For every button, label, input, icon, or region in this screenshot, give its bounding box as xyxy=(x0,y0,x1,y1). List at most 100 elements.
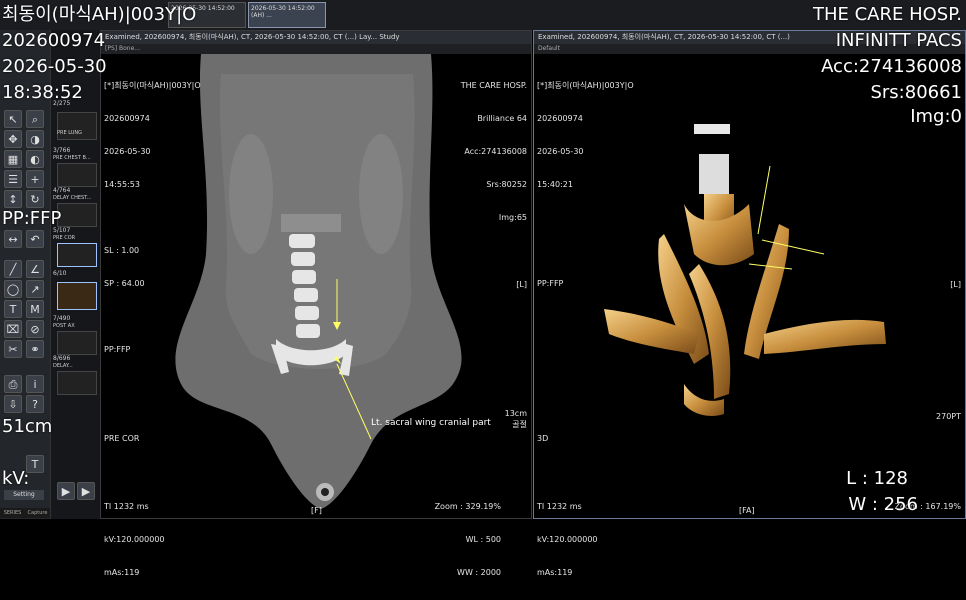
ellipse-roi-icon[interactable]: ◯ xyxy=(4,280,22,298)
window-level-icon[interactable]: ◑ xyxy=(26,130,44,148)
overlay-srs: Srs:80661 xyxy=(870,82,962,103)
ovl-pp: PP:FFP xyxy=(537,279,564,288)
undo-icon[interactable]: ↶ xyxy=(26,230,44,248)
ovl-hospital: THE CARE HOSP. xyxy=(460,81,527,90)
series-thumbnail xyxy=(57,243,97,267)
study-tab-2[interactable]: 2026-05-30 14:52:00 (AH) ... xyxy=(248,2,326,28)
series-name: DELAY... xyxy=(53,363,73,369)
series-thumbnail xyxy=(57,203,97,227)
ovl-zoom: Zoom : 329.19% xyxy=(434,502,501,511)
overlay-level: L : 128 xyxy=(846,468,908,489)
setting-button[interactable]: Setting xyxy=(4,490,44,500)
link-icon[interactable]: ⚭ xyxy=(26,340,44,358)
series-item[interactable]: 2/275 PRE LUNG xyxy=(53,100,99,140)
ovl-kv: kV:120.000000 xyxy=(104,535,165,544)
ovl-id: 202600974 xyxy=(537,114,583,123)
viewport-toolbar[interactable]: [PS] Bone... xyxy=(101,44,531,54)
ovl-time: 15:40:21 xyxy=(537,180,573,189)
series-label: 4/764 xyxy=(53,187,71,194)
ruler-icon[interactable]: ╱ xyxy=(4,260,22,278)
ovl-srs: Srs:80252 xyxy=(486,180,527,189)
series-item[interactable]: 6/10 xyxy=(53,270,99,310)
overlay-top-right: THE CARE HOSP. Brilliance 64 Acc:2741360… xyxy=(461,58,527,245)
grid-layout-icon[interactable]: ▦ xyxy=(4,150,22,168)
series-label: 6/10 xyxy=(53,270,67,277)
series-thumbnail xyxy=(57,163,97,187)
prev-series-icon[interactable]: ▶ xyxy=(57,482,75,500)
scissors-icon[interactable]: ✂ xyxy=(4,340,22,358)
overlay-top-left: [*]최동이(마식AH)|003Y|O 202600974 2026-05-30… xyxy=(104,58,201,377)
ovl-date: 2026-05-30 xyxy=(104,147,151,156)
study-tab-2-line-1: 2026-05-30 14:52:00 xyxy=(251,5,315,12)
overlay-bottom-left: TI 1232 ms kV:120.000000 mAs:119 xyxy=(537,479,598,600)
overlay-img: Img:0 xyxy=(910,106,962,127)
orientation-right: [L] xyxy=(516,280,527,289)
export-icon[interactable]: ⇩ xyxy=(4,395,22,413)
overlay-pacs: INFINITT PACS xyxy=(835,30,962,51)
ovl-scanner: Brilliance 64 xyxy=(477,114,527,123)
series-thumbnail xyxy=(57,371,97,395)
ovl-patient: [*]최동이(마식AH)|003Y|O xyxy=(104,81,201,90)
info-icon[interactable]: i xyxy=(26,375,44,393)
overlay-width: W : 256 xyxy=(848,494,918,515)
series-name: PRE CHEST B... xyxy=(53,155,91,161)
measure-icon[interactable]: ↕ xyxy=(4,190,22,208)
eraser-icon[interactable]: ⌧ xyxy=(4,320,22,338)
overlay-patient-name: 최동이(마식AH)|003Y|O xyxy=(2,4,197,25)
series-label: 3/766 xyxy=(53,147,71,154)
series-item[interactable]: 3/766 PRE CHEST B... xyxy=(53,147,99,187)
overlay-study-date: 2026-05-30 xyxy=(2,56,107,77)
series-thumbnail xyxy=(57,282,97,310)
flip-icon[interactable]: ↔ xyxy=(4,230,22,248)
ovl-sp: SP : 64.00 xyxy=(104,279,145,288)
ovl-time: 14:55:53 xyxy=(104,180,140,189)
study-tab-2-line-2: (AH) ... xyxy=(251,12,272,19)
pointer-tool-icon[interactable]: ↖ xyxy=(4,110,22,128)
orientation-bottom: [FA] xyxy=(739,506,755,515)
orientation-right: [L] xyxy=(950,280,961,289)
ovl-pp: PP:FFP xyxy=(104,345,131,354)
help-icon[interactable]: ? xyxy=(26,395,44,413)
angle-icon[interactable]: ∠ xyxy=(26,260,44,278)
overlay-kv: kV: xyxy=(2,468,30,489)
stack-icon[interactable]: ☰ xyxy=(4,170,22,188)
ovl-patient: [*]최동이(마식AH)|003Y|O xyxy=(537,81,634,90)
cancel-icon[interactable]: ⊘ xyxy=(26,320,44,338)
series-item[interactable]: 8/696 DELAY... xyxy=(53,355,99,395)
scale-label: 13cm xyxy=(504,409,527,418)
series-description: PRE COR xyxy=(104,434,140,443)
series-item[interactable]: 5/107 PRE COR xyxy=(53,227,99,267)
invert-icon[interactable]: ◐ xyxy=(26,150,44,168)
ovl-img: Img:65 xyxy=(498,213,527,222)
arrow-annotation-icon[interactable]: ↗ xyxy=(26,280,44,298)
zoom-tool-icon[interactable]: ⌕ xyxy=(26,110,44,128)
overlay-patient-id: 202600974 xyxy=(2,30,106,51)
pan-tool-icon[interactable]: ✥ xyxy=(4,130,22,148)
capture-tab[interactable]: Capture xyxy=(25,508,50,518)
rotate-icon[interactable]: ↻ xyxy=(26,190,44,208)
series-tab[interactable]: SERIES xyxy=(0,508,25,518)
viewport-coronal[interactable]: Examined, 202600974, 최동이(마식AH), CT, 2026… xyxy=(100,30,532,577)
overlay-scale: 51cm xyxy=(2,416,53,437)
scale-label: 270PT xyxy=(936,412,961,421)
series-name: PRE COR xyxy=(53,235,76,241)
overlay-top-left: [*]최동이(마식AH)|003Y|O 202600974 2026-05-30… xyxy=(537,58,634,311)
overlay-hospital: THE CARE HOSP. xyxy=(812,4,962,25)
ovl-wl: WL : 500 xyxy=(465,535,501,544)
annotation-text: Lt. sacral wing cranial part xyxy=(371,418,491,428)
overlay-pp: PP:FFP xyxy=(2,208,62,229)
ovl-ww: WW : 2000 xyxy=(457,568,501,577)
ovl-acc: Acc:274136008 xyxy=(464,147,527,156)
scale-suffix: 골절 xyxy=(512,420,527,429)
series-item[interactable]: 7/490 POST AX xyxy=(53,315,99,355)
crosshair-icon[interactable]: + xyxy=(26,170,44,188)
overlay-bottom-right: Zoom : 329.19% WL : 500 WW : 2000 xyxy=(435,479,501,600)
series-label: 8/696 xyxy=(53,355,71,362)
next-series-icon[interactable]: ▶ xyxy=(77,482,95,500)
text-annotation-icon[interactable]: T xyxy=(4,300,22,318)
print-icon[interactable]: ⎙ xyxy=(4,375,22,393)
series-thumbnail xyxy=(57,331,97,355)
marker-icon[interactable]: M xyxy=(26,300,44,318)
series-name: POST AX xyxy=(53,323,75,329)
ovl-sl: SL : 1.00 xyxy=(104,246,140,255)
